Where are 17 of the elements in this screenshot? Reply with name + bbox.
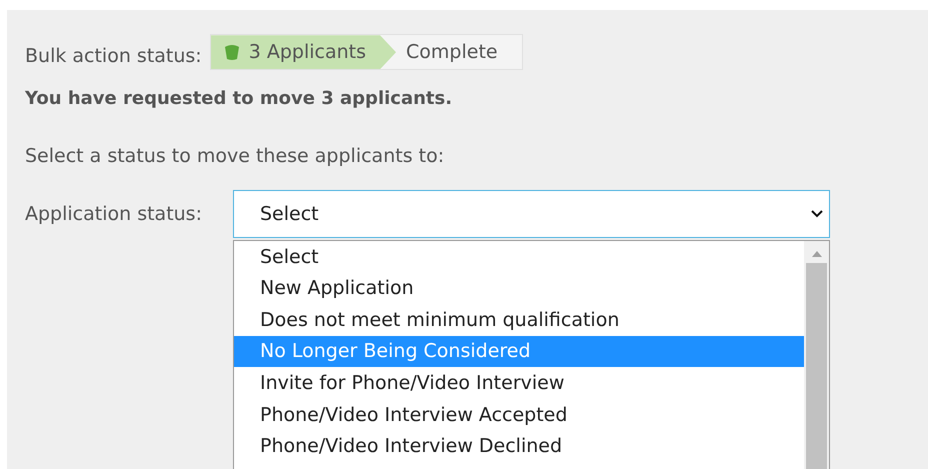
scrollbar[interactable] [804, 241, 829, 469]
dropdown-option[interactable]: Phone/Video Interview Accepted [234, 398, 804, 431]
scroll-up-icon[interactable] [812, 251, 822, 257]
bucket-icon [222, 43, 241, 62]
dropdown-option[interactable]: Invite for Phone/Video Interview [234, 367, 804, 399]
request-message: You have requested to move 3 applicants. [25, 86, 454, 110]
dropdown-option[interactable]: New Application [234, 272, 804, 304]
scrollbar-thumb[interactable] [806, 263, 827, 469]
chevron-down-icon [811, 210, 823, 218]
dropdown-option[interactable]: Phone/Video Interview Declined [234, 430, 804, 462]
bulk-status-label: Bulk action status: [25, 44, 202, 69]
status-select[interactable]: Select [233, 190, 830, 238]
dropdown-option[interactable]: Select [234, 241, 804, 273]
instruction-text: Select a status to move these applicants to: [25, 144, 446, 168]
application-status-label: Application status: [25, 202, 203, 227]
status-step: 3 Applicants [210, 35, 396, 70]
dropdown-option[interactable]: Does not meet minimum qualification [234, 304, 804, 336]
